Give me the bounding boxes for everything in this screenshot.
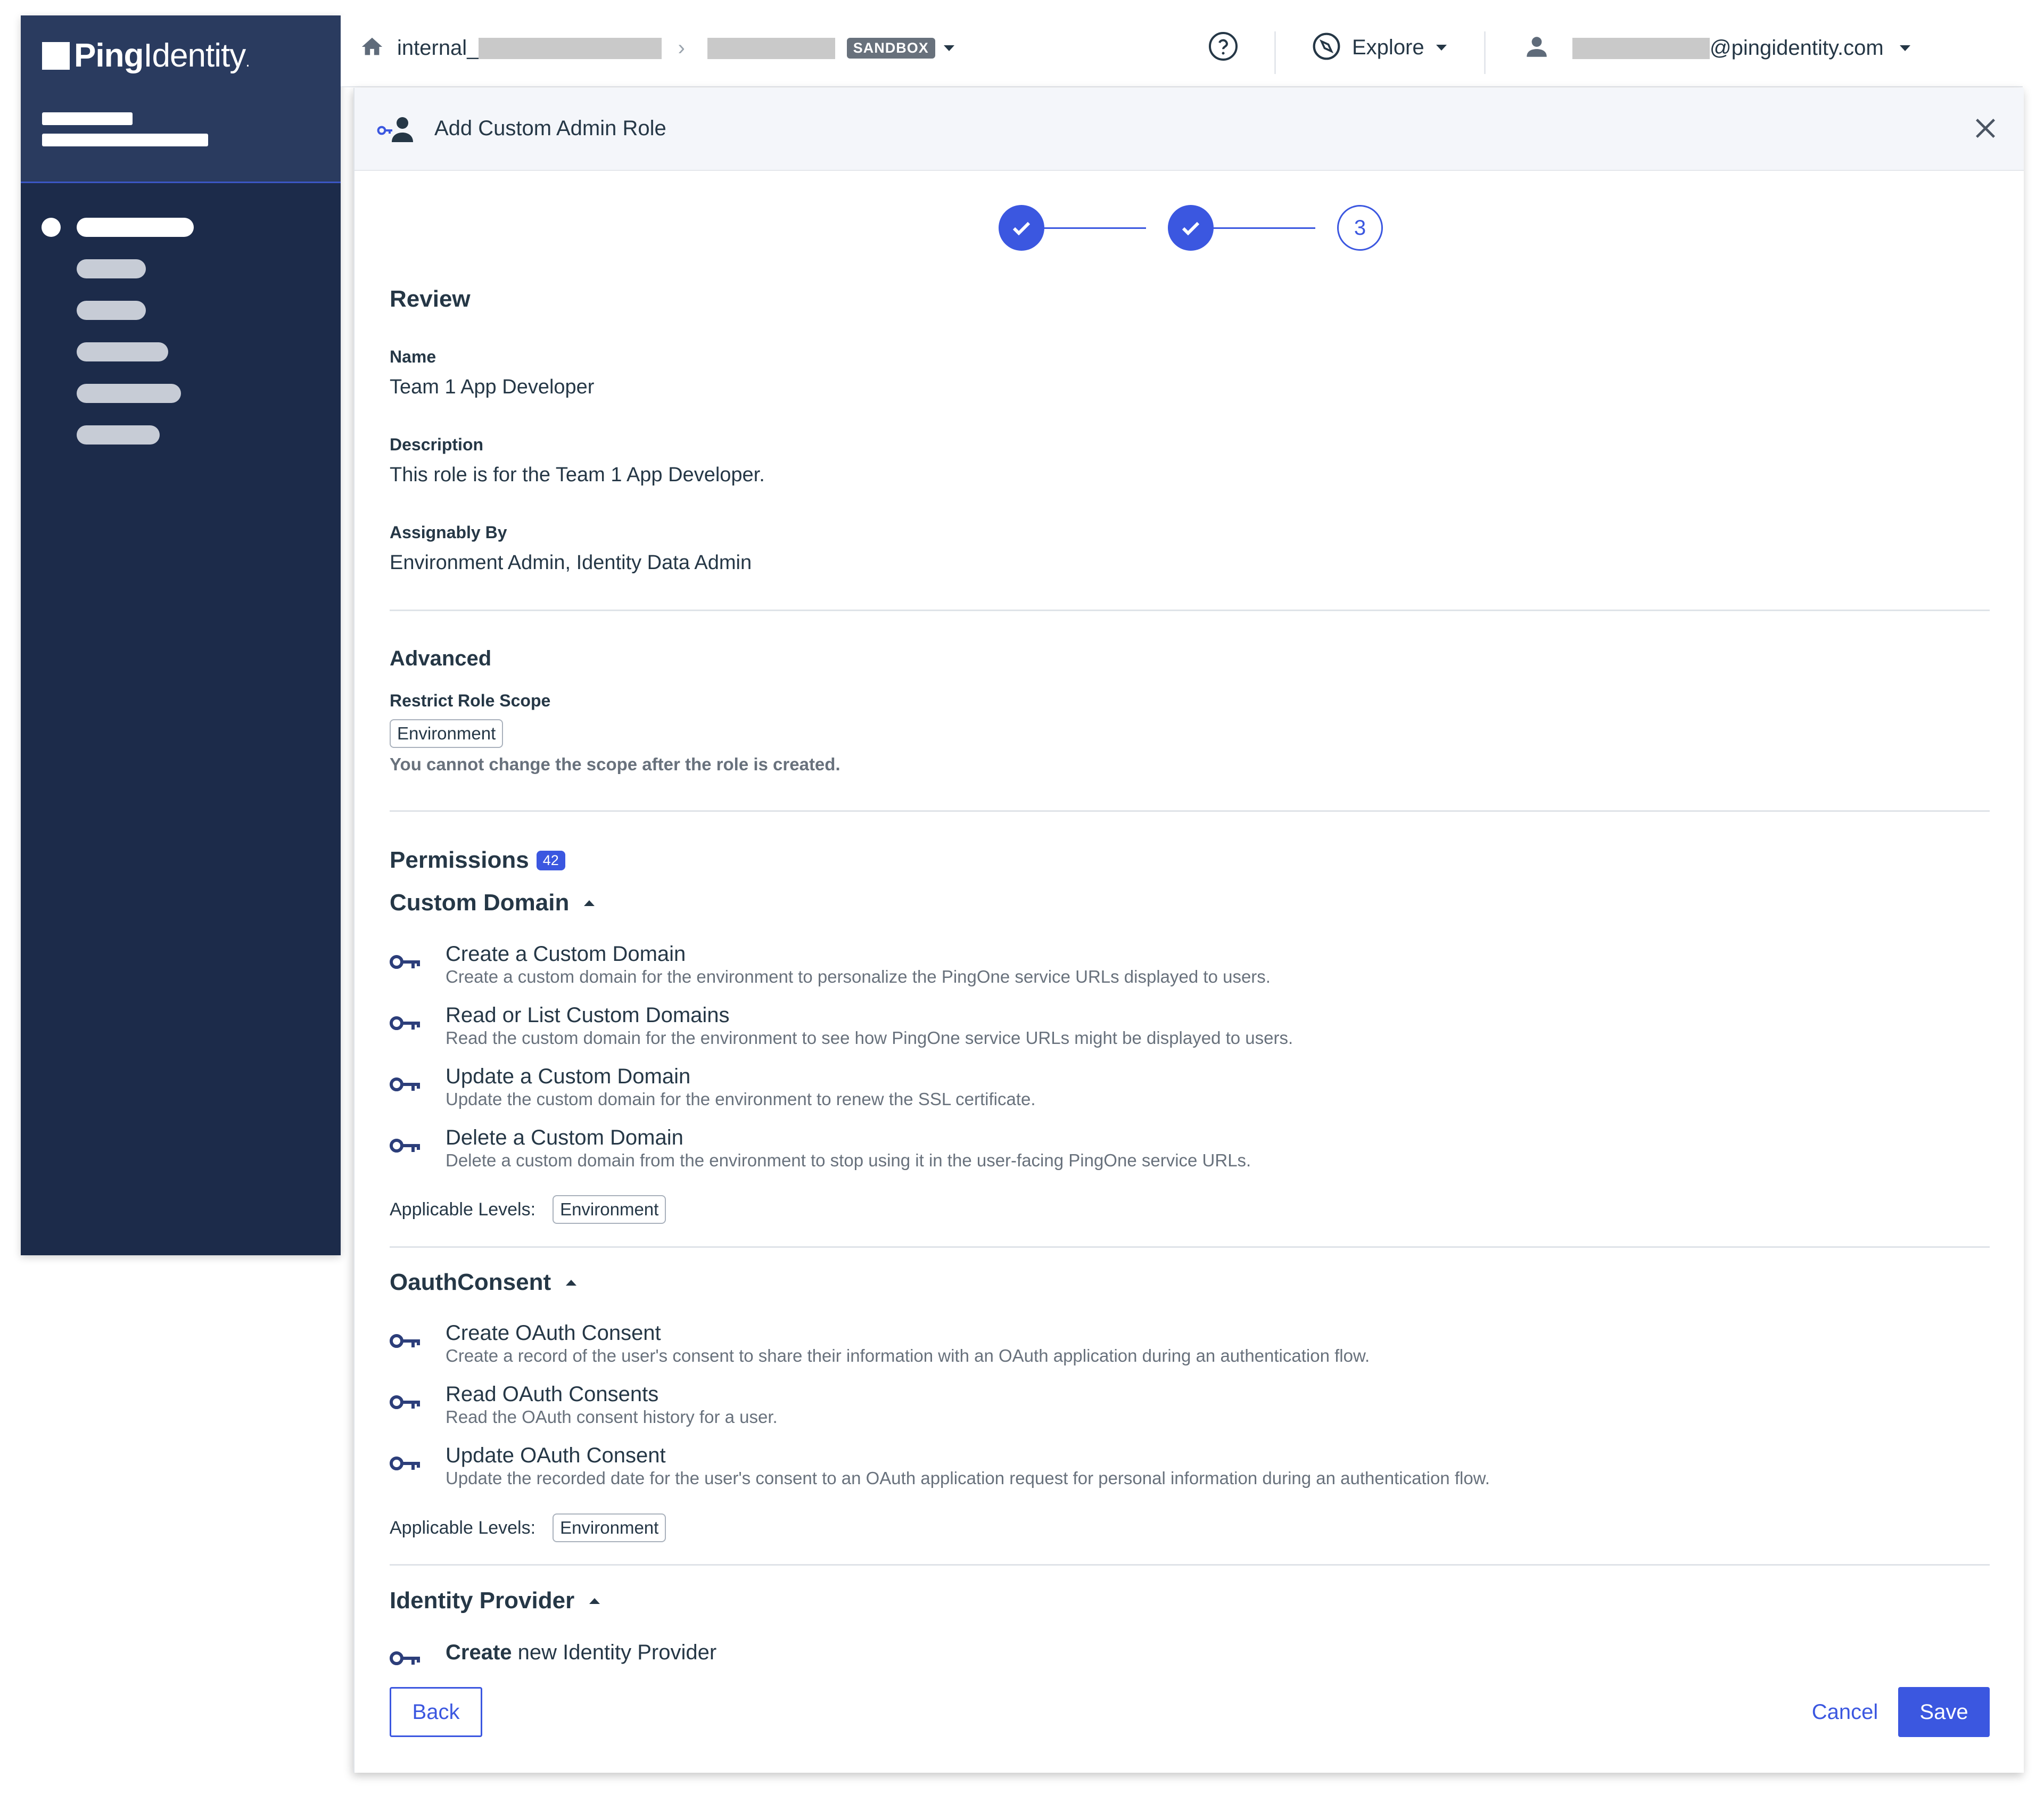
breadcrumb: internal_ › SANDBOX bbox=[360, 35, 954, 62]
panel-header: Add Custom Admin Role bbox=[355, 88, 2024, 171]
chevron-right-icon: › bbox=[678, 36, 685, 60]
topbar-divider bbox=[1274, 31, 1276, 74]
permission-description: Delete a custom domain from the environm… bbox=[446, 1150, 1251, 1170]
key-icon bbox=[390, 1075, 423, 1096]
step-3-current: 3 bbox=[1337, 205, 1383, 251]
sidebar-subitem[interactable] bbox=[77, 301, 146, 320]
assignable-value: Environment Admin, Identity Data Admin bbox=[390, 552, 752, 574]
permissions-count-badge: 42 bbox=[536, 850, 565, 870]
permission-title: Create new Identity Provider bbox=[446, 1641, 717, 1664]
section-divider bbox=[390, 1246, 1990, 1248]
save-button[interactable]: Save bbox=[1898, 1687, 1990, 1737]
panel-title: Add Custom Admin Role bbox=[434, 117, 666, 140]
user-email-domain: @pingidentity.com bbox=[1710, 36, 1884, 60]
key-icon bbox=[390, 1649, 423, 1670]
step-1-complete[interactable] bbox=[999, 205, 1044, 251]
caret-down-icon bbox=[1899, 45, 1910, 51]
permission-description: Update the recorded date for the user's … bbox=[446, 1468, 1490, 1488]
caret-up-icon bbox=[584, 900, 595, 906]
section-divider bbox=[390, 610, 1990, 611]
permission-description: Create a record of the user's consent to… bbox=[446, 1346, 1370, 1365]
admin-role-icon bbox=[377, 116, 415, 146]
group-header-oauth-consent[interactable]: OauthConsent bbox=[390, 1269, 577, 1296]
help-icon[interactable] bbox=[1207, 30, 1239, 62]
sidebar-header: PingIdentity. bbox=[21, 15, 341, 183]
cancel-button[interactable]: Cancel bbox=[1802, 1687, 1888, 1737]
key-icon bbox=[390, 1454, 423, 1475]
permission-title: Create OAuth Consent bbox=[446, 1321, 661, 1345]
redacted-username bbox=[1572, 37, 1710, 59]
topbar-divider bbox=[1484, 31, 1486, 74]
step-2-complete[interactable] bbox=[1168, 205, 1214, 251]
key-icon bbox=[390, 1332, 423, 1353]
restrict-scope-label: Restrict Role Scope bbox=[390, 691, 551, 710]
sandbox-badge: SANDBOX bbox=[846, 38, 935, 59]
environment-name-placeholder bbox=[42, 112, 133, 125]
sidebar-subitem[interactable] bbox=[77, 425, 160, 445]
close-icon[interactable] bbox=[1971, 113, 2000, 143]
key-icon bbox=[390, 1393, 423, 1414]
permission-description: Update the custom domain for the environ… bbox=[446, 1089, 1036, 1109]
explore-label: Explore bbox=[1352, 36, 1424, 59]
environment-selector-placeholder[interactable] bbox=[42, 134, 208, 146]
caret-up-icon bbox=[566, 1279, 577, 1286]
redacted-environment-name[interactable] bbox=[707, 37, 835, 59]
permission-title: Read OAuth Consents bbox=[446, 1383, 659, 1406]
permissions-heading: Permissions 42 bbox=[390, 847, 565, 874]
key-icon bbox=[390, 1137, 423, 1157]
level-chip: Environment bbox=[553, 1195, 666, 1224]
key-icon bbox=[390, 953, 423, 974]
review-heading: Review bbox=[390, 286, 471, 312]
sidebar-subitem[interactable] bbox=[77, 259, 146, 278]
scope-note: You cannot change the scope after the ro… bbox=[390, 754, 840, 774]
permission-description: Create a custom domain for the environme… bbox=[446, 967, 1271, 986]
user-icon bbox=[1523, 34, 1550, 63]
breadcrumb-org[interactable]: internal_ bbox=[397, 36, 479, 60]
group-header-custom-domain[interactable]: Custom Domain bbox=[390, 890, 595, 916]
logo-mark bbox=[42, 42, 70, 70]
caret-up-icon bbox=[589, 1598, 600, 1604]
nav-active-indicator bbox=[42, 218, 61, 237]
applicable-levels-label: Applicable Levels: bbox=[390, 1199, 536, 1220]
back-button[interactable]: Back bbox=[390, 1687, 482, 1737]
add-custom-admin-role-panel: Add Custom Admin Role 3 Review Name Team… bbox=[353, 88, 2024, 1773]
sidebar-item-active[interactable] bbox=[77, 218, 194, 237]
permission-title: Update a Custom Domain bbox=[446, 1065, 691, 1088]
applicable-levels: Applicable Levels: Environment bbox=[390, 1513, 666, 1542]
check-icon bbox=[1182, 221, 1200, 236]
description-label: Description bbox=[390, 435, 484, 454]
key-icon bbox=[390, 1014, 423, 1035]
permission-title: Read or List Custom Domains bbox=[446, 1003, 730, 1027]
permission-description: Read the custom domain for the environme… bbox=[446, 1028, 1293, 1048]
user-menu[interactable]: @pingidentity.com bbox=[1523, 34, 1910, 63]
permission-title: Delete a Custom Domain bbox=[446, 1126, 683, 1149]
caret-down-icon bbox=[1436, 45, 1447, 51]
caret-down-icon[interactable] bbox=[943, 45, 954, 51]
permission-description: Read the OAuth consent history for a use… bbox=[446, 1407, 778, 1427]
name-label: Name bbox=[390, 347, 436, 366]
explore-compass-icon bbox=[1312, 31, 1341, 64]
sidebar-subitem[interactable] bbox=[77, 342, 168, 361]
sidebar-subitem[interactable] bbox=[77, 384, 181, 403]
description-value: This role is for the Team 1 App Develope… bbox=[390, 464, 765, 486]
home-icon[interactable] bbox=[360, 35, 384, 62]
name-value: Team 1 App Developer bbox=[390, 376, 595, 398]
permission-title: Update OAuth Consent bbox=[446, 1444, 666, 1467]
applicable-levels-label: Applicable Levels: bbox=[390, 1517, 536, 1538]
group-header-identity-provider[interactable]: Identity Provider bbox=[390, 1587, 600, 1614]
top-bar: internal_ › SANDBOX Explore @pingidentit… bbox=[341, 15, 2023, 87]
assignable-label: Assignably By bbox=[390, 523, 507, 542]
level-chip: Environment bbox=[553, 1513, 666, 1542]
section-divider bbox=[390, 1564, 1990, 1566]
advanced-heading: Advanced bbox=[390, 647, 492, 670]
check-icon bbox=[1012, 221, 1031, 236]
section-divider bbox=[390, 810, 1990, 812]
applicable-levels: Applicable Levels: Environment bbox=[390, 1195, 666, 1224]
scope-chip: Environment bbox=[390, 719, 504, 748]
explore-menu[interactable]: Explore bbox=[1312, 31, 1447, 64]
redacted-org-name bbox=[479, 37, 662, 59]
permission-title: Create a Custom Domain bbox=[446, 942, 686, 966]
ping-identity-logo[interactable]: PingIdentity. bbox=[42, 37, 250, 75]
sidebar: PingIdentity. bbox=[21, 15, 341, 1255]
